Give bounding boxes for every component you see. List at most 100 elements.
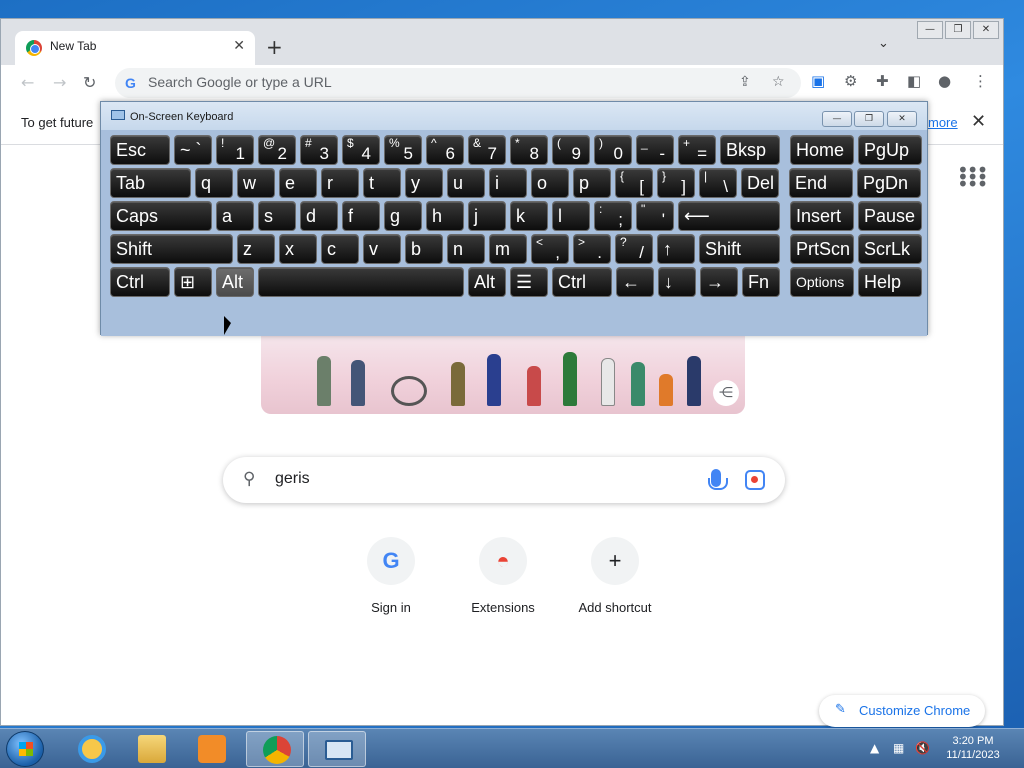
osk-key[interactable]: Caps bbox=[110, 201, 212, 231]
back-icon[interactable]: ← bbox=[21, 73, 34, 92]
osk-key[interactable]: & 7 bbox=[468, 135, 506, 165]
osk-key[interactable]: Home bbox=[790, 135, 854, 165]
translate-icon[interactable]: ▣ bbox=[811, 72, 825, 90]
osk-title-bar[interactable]: On-Screen Keyboard — ❐ ✕ bbox=[101, 102, 927, 130]
info-bar-close-icon[interactable]: ✕ bbox=[971, 111, 986, 132]
google-search-box[interactable]: ⚲ geris bbox=[223, 457, 785, 503]
show-hidden-icons-icon[interactable]: ▲ bbox=[870, 741, 879, 755]
taskbar-chrome[interactable] bbox=[246, 731, 304, 767]
tab-search-chevron-icon[interactable]: ⌄ bbox=[878, 36, 889, 51]
taskbar-on-screen-keyboard[interactable] bbox=[308, 731, 366, 767]
osk-key[interactable]: _ - bbox=[636, 135, 674, 165]
address-bar[interactable]: G Search Google or type a URL ⇪ ☆ bbox=[115, 68, 801, 98]
osk-maximize-button[interactable]: ❐ bbox=[854, 111, 884, 127]
volume-muted-icon[interactable]: 🔇 bbox=[915, 741, 930, 755]
osk-key[interactable]: l bbox=[552, 201, 590, 231]
osk-key[interactable]: p bbox=[573, 168, 611, 198]
osk-key[interactable]: w bbox=[237, 168, 275, 198]
osk-key[interactable]: h bbox=[426, 201, 464, 231]
tab-close-icon[interactable]: ✕ bbox=[233, 38, 245, 54]
osk-key[interactable]: Shift bbox=[699, 234, 780, 264]
osk-key[interactable]: Pause bbox=[858, 201, 922, 231]
osk-key[interactable]: Alt bbox=[216, 267, 254, 297]
osk-key[interactable]: ~ ` bbox=[174, 135, 212, 165]
osk-key[interactable]: | \ bbox=[699, 168, 737, 198]
osk-key[interactable]: ☰ bbox=[510, 267, 548, 297]
doodle-share-icon[interactable]: ⋲ bbox=[713, 380, 739, 406]
menu-kebab-icon[interactable]: ⋮ bbox=[973, 72, 988, 90]
osk-key[interactable]: :; bbox=[594, 201, 632, 231]
osk-key[interactable]: >. bbox=[573, 234, 611, 264]
osk-key[interactable]: % 5 bbox=[384, 135, 422, 165]
osk-key[interactable]: Ctrl bbox=[552, 267, 612, 297]
osk-key[interactable]: j bbox=[468, 201, 506, 231]
osk-key[interactable]: a bbox=[216, 201, 254, 231]
reload-icon[interactable]: ↻ bbox=[83, 73, 96, 92]
osk-key[interactable]: Tab bbox=[110, 168, 191, 198]
osk-key[interactable]: Help bbox=[858, 267, 922, 297]
osk-key[interactable]: End bbox=[789, 168, 853, 198]
osk-key[interactable]: q bbox=[195, 168, 233, 198]
osk-key[interactable]: }] bbox=[657, 168, 695, 198]
side-panel-icon[interactable]: ◧ bbox=[907, 72, 921, 90]
maximize-button[interactable]: ❐ bbox=[945, 21, 971, 39]
osk-key[interactable]: Alt bbox=[468, 267, 506, 297]
profile-avatar-icon[interactable]: ● bbox=[938, 72, 951, 90]
osk-key[interactable]: i bbox=[489, 168, 527, 198]
google-apps-icon[interactable]: ••• ••• ••• bbox=[957, 160, 988, 194]
osk-key[interactable]: Bksp bbox=[720, 135, 780, 165]
osk-key[interactable]: → bbox=[700, 267, 738, 297]
share-icon[interactable]: ⇪ bbox=[739, 74, 751, 90]
new-tab-button[interactable]: + bbox=[266, 35, 283, 59]
osk-key[interactable]: Ctrl bbox=[110, 267, 170, 297]
osk-key[interactable]: {[ bbox=[615, 168, 653, 198]
taskbar-internet-explorer[interactable] bbox=[62, 731, 120, 767]
osk-key[interactable]: d bbox=[300, 201, 338, 231]
osk-key[interactable]: ⊞ bbox=[174, 267, 212, 297]
osk-key[interactable]: (9 bbox=[552, 135, 590, 165]
osk-key[interactable]: ScrLk bbox=[858, 234, 922, 264]
minimize-button[interactable]: — bbox=[917, 21, 943, 39]
osk-key[interactable]: ⟵ bbox=[678, 201, 780, 231]
taskbar-file-explorer[interactable] bbox=[122, 731, 180, 767]
start-button[interactable] bbox=[6, 731, 44, 767]
osk-key[interactable]: PrtScn bbox=[790, 234, 854, 264]
bookmark-star-icon[interactable]: ☆ bbox=[772, 74, 785, 90]
osk-key[interactable]: ← bbox=[616, 267, 654, 297]
osk-key[interactable]: * 8 bbox=[510, 135, 548, 165]
osk-key[interactable]: z bbox=[237, 234, 275, 264]
tab-new-tab[interactable]: New Tab ✕ bbox=[15, 31, 255, 65]
osk-close-button[interactable]: ✕ bbox=[887, 111, 917, 127]
osk-key[interactable]: ↓ bbox=[658, 267, 696, 297]
osk-key[interactable]: x bbox=[279, 234, 317, 264]
voice-search-icon[interactable] bbox=[708, 469, 728, 490]
osk-key[interactable]: f bbox=[342, 201, 380, 231]
osk-key[interactable]: Esc bbox=[110, 135, 170, 165]
osk-key[interactable]: ) 0 bbox=[594, 135, 632, 165]
osk-key[interactable]: ^ 6 bbox=[426, 135, 464, 165]
taskbar-media-player[interactable] bbox=[182, 731, 240, 767]
osk-key[interactable]: Shift bbox=[110, 234, 233, 264]
shortcut-add[interactable]: + Add shortcut bbox=[560, 537, 670, 615]
osk-key[interactable] bbox=[258, 267, 464, 297]
system-clock[interactable]: 3:20 PM 11/11/2023 bbox=[940, 734, 1006, 762]
osk-key[interactable]: Fn bbox=[742, 267, 780, 297]
shortcut-sign-in[interactable]: G Sign in bbox=[336, 537, 446, 615]
osk-key[interactable]: u bbox=[447, 168, 485, 198]
osk-key[interactable]: ↑ bbox=[657, 234, 695, 264]
osk-key[interactable]: c bbox=[321, 234, 359, 264]
close-button[interactable]: ✕ bbox=[973, 21, 999, 39]
osk-key[interactable]: r bbox=[321, 168, 359, 198]
osk-key[interactable]: b bbox=[405, 234, 443, 264]
osk-key[interactable]: @2 bbox=[258, 135, 296, 165]
customize-chrome-button[interactable]: ✎ Customize Chrome bbox=[819, 695, 985, 727]
osk-minimize-button[interactable]: — bbox=[822, 111, 852, 127]
learn-more-link[interactable]: more bbox=[928, 115, 958, 130]
osk-key[interactable]: PgDn bbox=[857, 168, 921, 198]
osk-key[interactable]: <, bbox=[531, 234, 569, 264]
extension-gear-icon[interactable]: ⚙ bbox=[844, 72, 857, 90]
google-doodle[interactable]: ⋲ bbox=[261, 334, 745, 414]
extensions-puzzle-icon[interactable]: ✚ bbox=[876, 72, 889, 90]
forward-icon[interactable]: → bbox=[53, 73, 66, 92]
osk-key[interactable]: n bbox=[447, 234, 485, 264]
